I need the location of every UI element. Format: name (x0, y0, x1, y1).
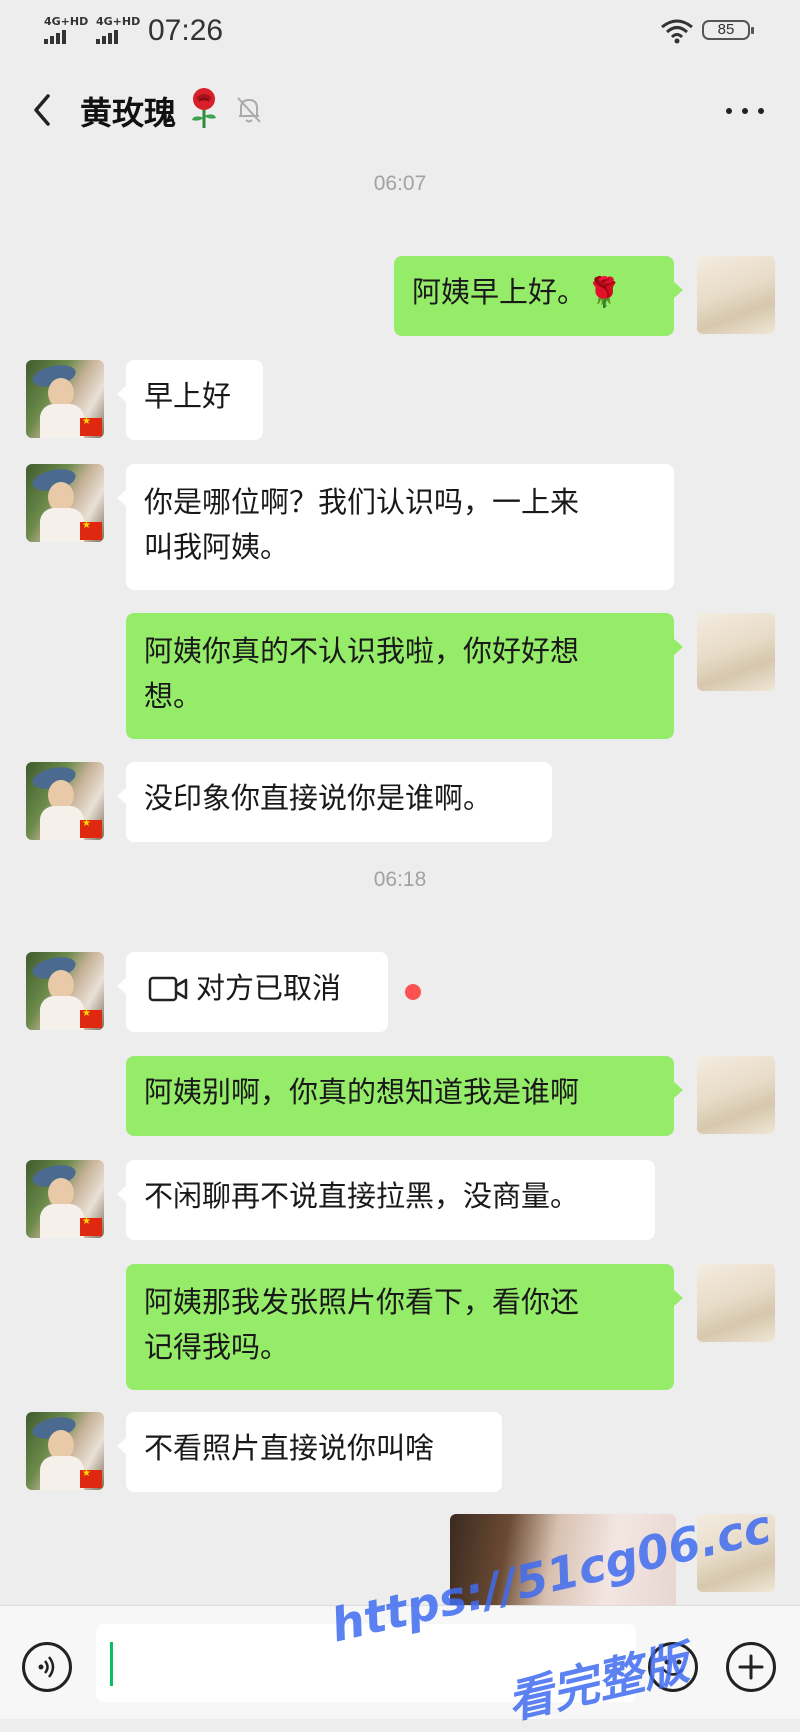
wifi-icon (661, 19, 693, 44)
incoming-message[interactable]: 不看照片直接说你叫啥 (117, 1412, 502, 1492)
incoming-message[interactable]: 早上好 (117, 360, 263, 440)
message-text: 阿姨早上好。🌹 (412, 275, 623, 309)
battery-indicator: 85 (702, 20, 754, 40)
outgoing-message[interactable]: 阿姨别啊，你真的想知道我是谁啊 (126, 1056, 683, 1136)
message-text: 没印象你直接说你是谁啊。 (144, 781, 493, 815)
text-caret (110, 1642, 113, 1686)
my-avatar[interactable] (697, 1264, 775, 1342)
signal-label-1: 4G+HD (44, 15, 89, 28)
more-dots-icon[interactable] (720, 92, 772, 128)
message-text: 早上好 (144, 379, 232, 413)
message-text-line: 阿姨你真的不认识我啦，你好好想 (144, 634, 580, 668)
incoming-message[interactable]: 不闲聊再不说直接拉黑，没商量。 (117, 1160, 655, 1240)
voice-icon[interactable] (22, 1642, 72, 1692)
message-text: 不闲聊再不说直接拉黑，没商量。 (144, 1179, 580, 1213)
voice-wave-icon (38, 1656, 55, 1678)
message-text: 阿姨别啊，你真的想知道我是谁啊 (144, 1075, 580, 1109)
outgoing-message[interactable]: 阿姨你真的不认识我啦，你好好想 想。 (126, 613, 683, 739)
message-text-line: 想。 (144, 679, 203, 713)
video-call-message[interactable]: 对方已取消 (117, 952, 388, 1032)
unread-dot (405, 984, 421, 1000)
chat-header: 黄玫瑰 (0, 62, 800, 158)
status-bar: 4G+HD 4G+HD 07:26 85 (0, 0, 800, 62)
contact-avatar[interactable] (26, 762, 104, 840)
chat-title[interactable]: 黄玫瑰 (80, 88, 176, 134)
incoming-message[interactable]: 没印象你直接说你是谁啊。 (117, 762, 552, 842)
signal-indicator-2: 4G+HD (96, 16, 140, 44)
call-status-text: 对方已取消 (196, 971, 342, 1005)
my-avatar[interactable] (697, 1056, 775, 1134)
message-list[interactable]: 06:07 阿姨早上好。🌹 早上好 你是哪位啊？我们认识吗，一上来 叫我阿姨。 … (0, 160, 800, 1605)
status-time: 07:26 (148, 14, 224, 47)
timestamp: 06:07 (373, 172, 427, 195)
contact-avatar[interactable] (26, 1160, 104, 1238)
contact-avatar[interactable] (26, 1412, 104, 1490)
contact-avatar[interactable] (26, 952, 104, 1030)
outgoing-message[interactable]: 阿姨早上好。🌹 (394, 256, 683, 336)
signal-label-2: 4G+HD (96, 15, 141, 28)
message-text-line: 阿姨那我发张照片你看下，看你还 (144, 1285, 580, 1319)
message-text-line: 你是哪位啊？我们认识吗，一上来 (144, 485, 580, 519)
plus-sign-icon (738, 1654, 764, 1680)
contact-avatar[interactable] (26, 464, 104, 542)
timestamp: 06:18 (373, 868, 427, 891)
contact-avatar[interactable] (26, 360, 104, 438)
signal-indicator-1: 4G+HD (44, 16, 88, 44)
my-avatar[interactable] (697, 613, 775, 691)
video-camera-icon (148, 976, 188, 1002)
rose-icon (192, 88, 216, 128)
plus-icon[interactable] (726, 1642, 776, 1692)
my-avatar[interactable] (697, 256, 775, 334)
back-arrow-icon[interactable] (24, 90, 64, 130)
message-text-line: 记得我吗。 (144, 1330, 290, 1364)
message-text: 不看照片直接说你叫啥 (144, 1431, 435, 1465)
message-text-line: 叫我阿姨。 (144, 530, 290, 564)
bell-off-icon (237, 97, 261, 123)
incoming-message[interactable]: 你是哪位啊？我们认识吗，一上来 叫我阿姨。 (117, 464, 674, 590)
outgoing-message[interactable]: 阿姨那我发张照片你看下，看你还 记得我吗。 (126, 1264, 683, 1390)
